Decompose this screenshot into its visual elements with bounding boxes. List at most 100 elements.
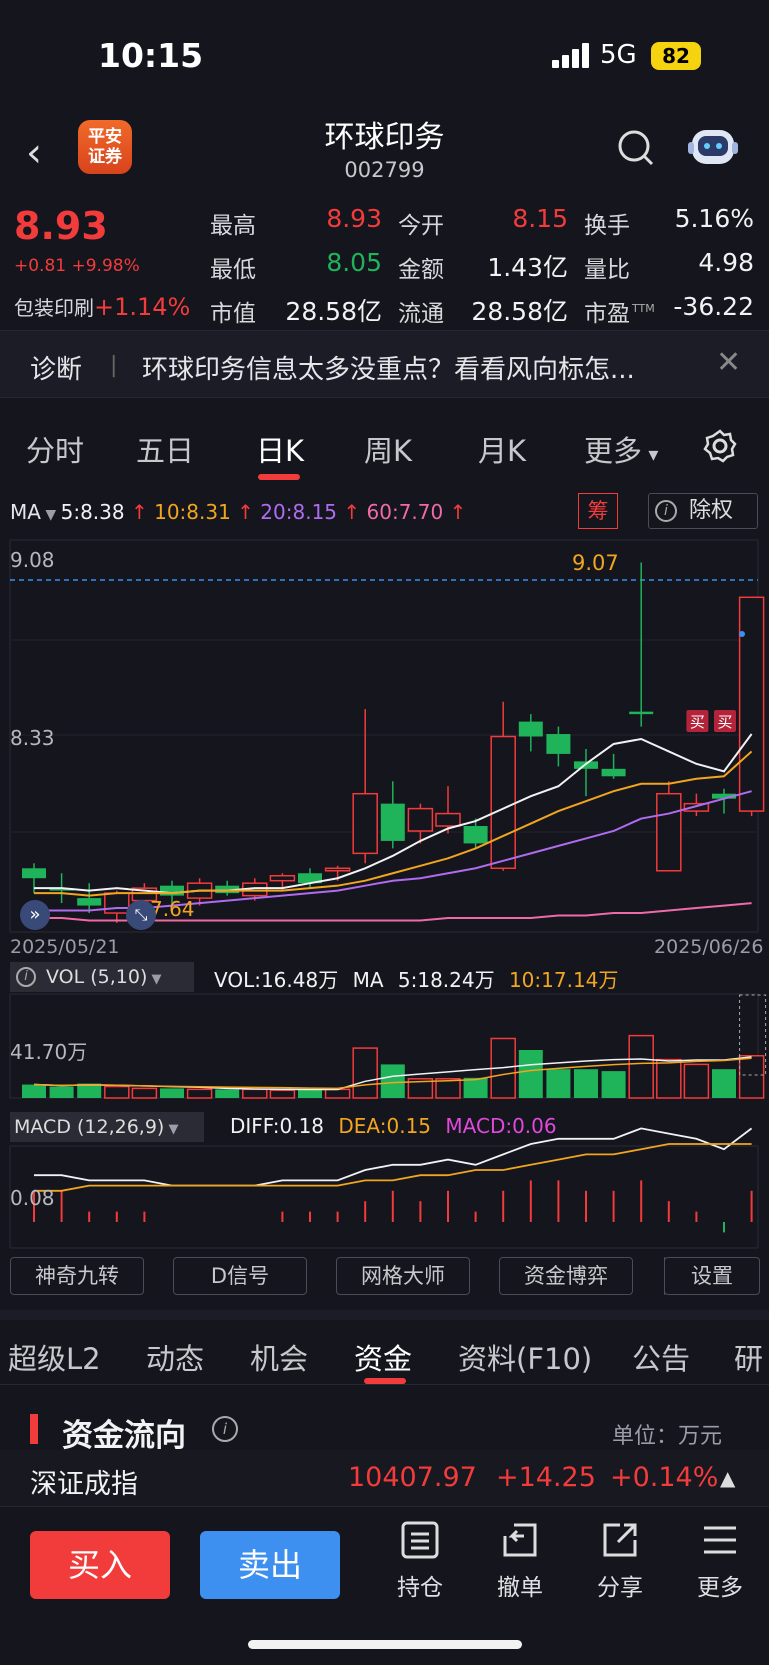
- volume-bar: [131, 1087, 158, 1099]
- indicator-button[interactable]: D信号: [173, 1257, 307, 1295]
- indicator-button[interactable]: 网格大师: [336, 1257, 470, 1295]
- indicator-button[interactable]: 资金博弈: [499, 1257, 633, 1295]
- macd-selector[interactable]: MACD (12,26,9) ▼: [10, 1112, 204, 1142]
- price-axis-mid: 8.33: [10, 726, 55, 750]
- volume-value: VOL:16.48万: [214, 968, 339, 992]
- diagnosis-text: 环球印务信息太多没重点？看看风向标怎...: [142, 355, 635, 385]
- content-tab[interactable]: 动态: [146, 1336, 204, 1378]
- indicator-button[interactable]: 设置: [664, 1257, 760, 1295]
- price-axis-top: 9.08: [10, 548, 55, 572]
- dea-line: [34, 1143, 752, 1192]
- macd-legend: DIFF:0.18 DEA:0.15 MACD:0.06: [230, 1114, 557, 1138]
- quote-label: 流通: [398, 301, 444, 327]
- section-divider: [0, 1310, 769, 1320]
- volume-bar: [683, 1063, 710, 1099]
- cancel-order-button[interactable]: 撤单: [480, 1520, 560, 1602]
- candle: [518, 714, 543, 752]
- sector-name: 包装印刷: [14, 296, 94, 320]
- candle: [352, 709, 378, 864]
- search-icon[interactable]: [616, 128, 656, 168]
- content-tab[interactable]: 超级L2: [8, 1336, 101, 1378]
- low-marker-label: 7.64: [150, 897, 195, 921]
- quote-label: 最低: [210, 257, 256, 283]
- macd-value: MACD:0.06: [445, 1114, 557, 1138]
- index-change: +14.25: [496, 1462, 596, 1493]
- quote-label: 市盈 TTM: [584, 301, 655, 327]
- settings-icon[interactable]: [702, 428, 738, 464]
- sector-info[interactable]: 包装印刷+1.14%: [14, 292, 190, 321]
- divider: [664, 1257, 672, 1295]
- section-marker: [30, 1414, 38, 1444]
- dropdown-arrow-icon: ▾: [642, 442, 659, 466]
- volume-label: VOL (5,10): [46, 966, 148, 988]
- period-tab[interactable]: 更多 ▾: [584, 428, 658, 470]
- volume-selector[interactable]: VOL (5,10) ▼: [10, 962, 194, 992]
- more-button[interactable]: 更多: [680, 1520, 760, 1602]
- volume-ma-label: MA: [352, 968, 384, 992]
- period-tab[interactable]: 日K: [256, 428, 304, 470]
- volume-bar: [601, 1071, 626, 1098]
- quote-value: -36.22: [673, 292, 754, 321]
- volume-bar: [186, 1088, 213, 1099]
- fullscreen-icon[interactable]: ⤡: [126, 900, 156, 930]
- holdings-button[interactable]: 持仓: [380, 1520, 460, 1602]
- signal-label: 买: [690, 713, 705, 731]
- content-tab[interactable]: 资料(F10): [458, 1336, 592, 1378]
- volume-bar: [463, 1077, 488, 1098]
- volume-legend: VOL:16.48万 MA 5:18.24万 10:17.14万: [214, 964, 618, 993]
- battery-icon: 82: [651, 42, 701, 70]
- index-name: 深证成指: [30, 1469, 138, 1500]
- candle: [738, 596, 765, 817]
- volume-bar: [518, 1050, 543, 1098]
- buy-button[interactable]: 买入: [30, 1531, 170, 1599]
- info-icon[interactable]: i: [212, 1416, 238, 1442]
- volume-axis-label: 41.70万: [10, 1040, 88, 1064]
- high-marker-label: 9.07: [572, 551, 619, 575]
- current-price: 8.93: [14, 204, 108, 248]
- sell-button[interactable]: 卖出: [200, 1531, 340, 1599]
- quote-value: 28.58亿: [285, 297, 382, 326]
- unit-label: 单位：万元: [612, 1424, 723, 1449]
- more-label: 更多: [697, 1575, 743, 1601]
- close-icon[interactable]: ✕: [716, 345, 741, 380]
- indicator-button[interactable]: 神奇九转: [10, 1257, 144, 1295]
- volume-bar: [22, 1084, 46, 1098]
- period-tab[interactable]: 月K: [478, 428, 526, 470]
- period-tab[interactable]: 周K: [364, 428, 412, 470]
- share-icon: [603, 1523, 637, 1557]
- signal-label: 买: [717, 713, 732, 731]
- period-tab[interactable]: 分时: [26, 428, 84, 470]
- quote-label: 市值: [210, 301, 256, 327]
- volume-bar: [546, 1069, 571, 1098]
- quote-value: 4.98: [698, 248, 754, 277]
- index-ticker[interactable]: 深证成指 10407.97 +14.25 +0.14% ▲: [0, 1450, 769, 1506]
- fund-flow-title: 资金流向: [62, 1418, 186, 1454]
- cancel-order-label: 撤单: [497, 1575, 543, 1601]
- date-end: 2025/06/26: [654, 936, 764, 958]
- diagnosis-banner[interactable]: 诊断 | 环球印务信息太多没重点？看看风向标怎... ✕: [0, 330, 769, 398]
- divider: |: [110, 353, 118, 378]
- share-button[interactable]: 分享: [580, 1520, 660, 1602]
- expand-left-icon[interactable]: »: [20, 900, 50, 930]
- expand-up-icon[interactable]: ▲: [720, 1466, 735, 1490]
- volume-bar: [49, 1086, 74, 1098]
- volume-bar: [215, 1089, 240, 1098]
- content-tab[interactable]: 资金: [354, 1336, 412, 1378]
- ttm-superscript: TTM: [632, 302, 655, 316]
- content-tab[interactable]: 公告: [632, 1336, 690, 1378]
- holdings-icon: [401, 1521, 439, 1559]
- candle: [104, 890, 130, 923]
- content-tab[interactable]: 机会: [250, 1336, 308, 1378]
- macd-axis-label: 0.08: [10, 1186, 55, 1210]
- index-value: 10407.97: [348, 1462, 477, 1493]
- candle: [380, 781, 405, 849]
- quote-value: 28.58亿: [471, 297, 568, 326]
- content-tab[interactable]: 研: [734, 1336, 763, 1378]
- index-pct: +0.14%: [610, 1462, 719, 1493]
- robot-assistant-icon[interactable]: [688, 124, 738, 170]
- divider: [0, 1384, 769, 1385]
- volume-bar: [352, 1047, 378, 1099]
- period-tab[interactable]: 五日: [136, 428, 194, 470]
- volume-bar: [738, 1055, 765, 1099]
- macd-panel-frame: [9, 1145, 759, 1249]
